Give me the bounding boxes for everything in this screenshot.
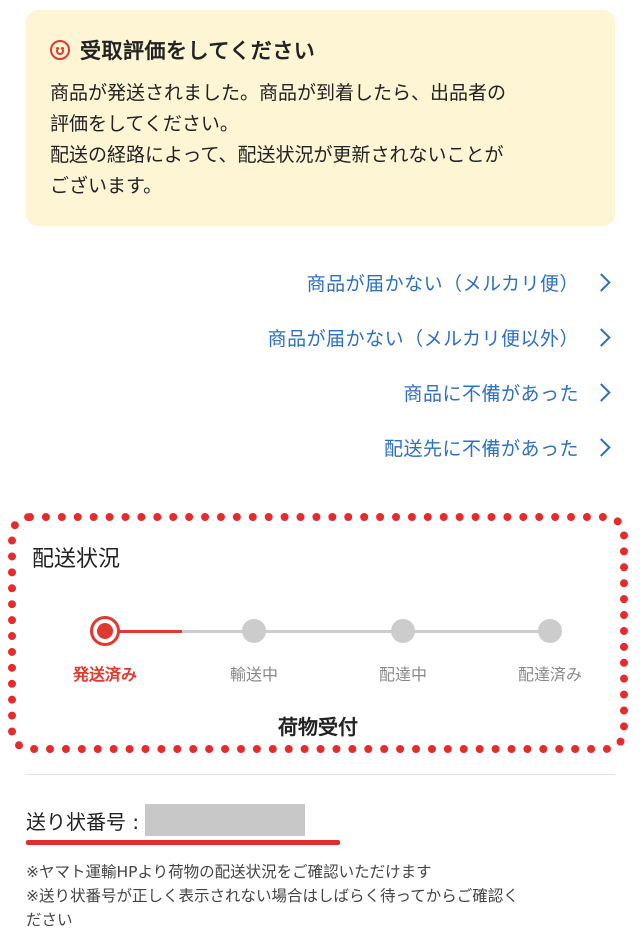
- notice-body: 商品が発送されました。商品が到着したら、出品者の 評価をしてください。 配送の経…: [50, 78, 591, 202]
- chevron-right-icon: [592, 327, 611, 347]
- notice-header: 受取評価をしてください: [50, 34, 591, 66]
- link-item-address-defect[interactable]: 配送先に不備があった: [52, 427, 612, 467]
- tracking-number-label: 送り状番号 :: [26, 809, 140, 834]
- link-item-not-arrived-other[interactable]: 商品が届かない（メルカリ便以外）: [52, 317, 612, 357]
- note-line: ださい: [26, 911, 73, 929]
- progress-line-pending: [182, 630, 550, 633]
- notice-line: 配送の経路によって、配送状況が更新されないことが: [50, 144, 504, 166]
- shipping-status-section: 配送状況 発送済み 輸送中 配達中 配達済み 荷物受付: [8, 513, 628, 753]
- step-dot-shipped: [90, 616, 120, 646]
- link-label: 配送先に不備があった: [383, 437, 579, 460]
- step-label-out-for-delivery: 配達中: [378, 665, 427, 684]
- step-dot-delivered: [538, 619, 562, 643]
- smile-icon: [50, 40, 70, 60]
- tracking-notes: ※ヤマト運輸HPより荷物の配送状況をご確認いただけます ※送り状番号が正しく表示…: [26, 860, 626, 932]
- tracking-number-redacted: [145, 804, 306, 836]
- link-label: 商品が届かない（メルカリ便）: [306, 272, 579, 295]
- step-label-delivered: 配達済み: [517, 665, 582, 684]
- chevron-right-icon: [592, 382, 611, 402]
- chevron-right-icon: [592, 272, 611, 292]
- link-item-item-defect[interactable]: 商品に不備があった: [52, 372, 612, 412]
- current-status-text: 荷物受付: [278, 715, 358, 739]
- note-line: ※送り状番号が正しく表示されない場合はしばらく待ってからご確認く: [26, 887, 519, 905]
- link-label: 商品に不備があった: [403, 382, 579, 405]
- section-divider: [26, 774, 615, 775]
- note-line: ※ヤマト運輸HPより荷物の配送状況をご確認いただけます: [26, 863, 432, 881]
- notice-title: 受取評価をしてください: [80, 39, 316, 63]
- evaluation-notice: 受取評価をしてください 商品が発送されました。商品が到着したら、出品者の 評価を…: [26, 10, 615, 226]
- link-label: 商品が届かない（メルカリ便以外）: [267, 327, 579, 350]
- notice-line: ございます。: [50, 175, 163, 197]
- chevron-right-icon: [592, 437, 611, 457]
- problem-links: 商品が届かない（メルカリ便） 商品が届かない（メルカリ便以外） 商品に不備があっ…: [52, 262, 612, 482]
- step-label-in-transit: 輸送中: [229, 665, 278, 684]
- tracking-underline: [26, 840, 340, 845]
- step-dot-out-for-delivery: [391, 619, 415, 643]
- link-item-not-arrived-mercari[interactable]: 商品が届かない（メルカリ便）: [52, 262, 612, 302]
- notice-line: 商品が発送されました。商品が到着したら、出品者の: [50, 82, 507, 104]
- tracking-number-row: 送り状番号 :: [26, 804, 306, 836]
- step-label-shipped: 発送済み: [72, 665, 137, 684]
- step-dot-in-transit: [242, 619, 266, 643]
- shipping-status-title: 配送状況: [32, 547, 121, 572]
- notice-line: 評価をしてください。: [50, 113, 239, 135]
